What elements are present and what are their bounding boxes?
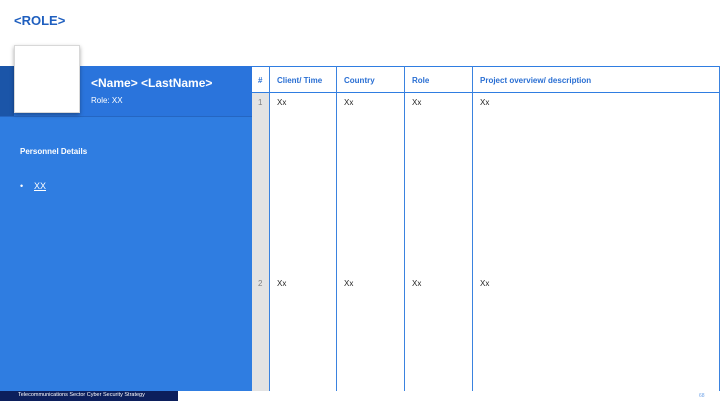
profile-header-divider	[0, 116, 252, 117]
table-cell-country: Xx	[344, 279, 354, 288]
table-cell-role: Xx	[412, 279, 422, 288]
table-cell-client: Xx	[277, 279, 287, 288]
page-title: <ROLE>	[14, 13, 66, 28]
person-role: Role: XX	[91, 96, 123, 105]
row-number-column	[252, 66, 269, 391]
profile-panel	[0, 66, 252, 391]
header-client-time: Client/ Time	[277, 76, 323, 85]
header-number: #	[258, 76, 263, 85]
footer-title: Telecommunications Sector Cyber Security…	[18, 392, 145, 398]
profile-photo-placeholder[interactable]	[14, 45, 80, 113]
header-country: Country	[344, 76, 375, 85]
personnel-detail-item: XX	[34, 181, 47, 191]
table-cell-country: Xx	[344, 98, 354, 107]
table-cell-role: Xx	[412, 98, 422, 107]
column-divider	[472, 66, 473, 391]
header-role: Role	[412, 76, 430, 85]
row-number: 1	[258, 98, 263, 107]
table-cell-overview: Xx	[480, 98, 490, 107]
column-divider	[404, 66, 405, 391]
header-project-overview: Project overview/ description	[480, 76, 592, 85]
table-cell-overview: Xx	[480, 279, 490, 288]
person-name: <Name> <LastName>	[91, 76, 213, 90]
page-number: 68	[699, 393, 705, 399]
row-number: 2	[258, 279, 263, 288]
profile-accent-strip	[0, 66, 14, 116]
personnel-details-heading: Personnel Details	[20, 147, 88, 156]
table-cell-client: Xx	[277, 98, 287, 107]
column-divider	[269, 66, 270, 391]
column-divider	[336, 66, 337, 391]
bullet-icon: •	[20, 181, 24, 191]
